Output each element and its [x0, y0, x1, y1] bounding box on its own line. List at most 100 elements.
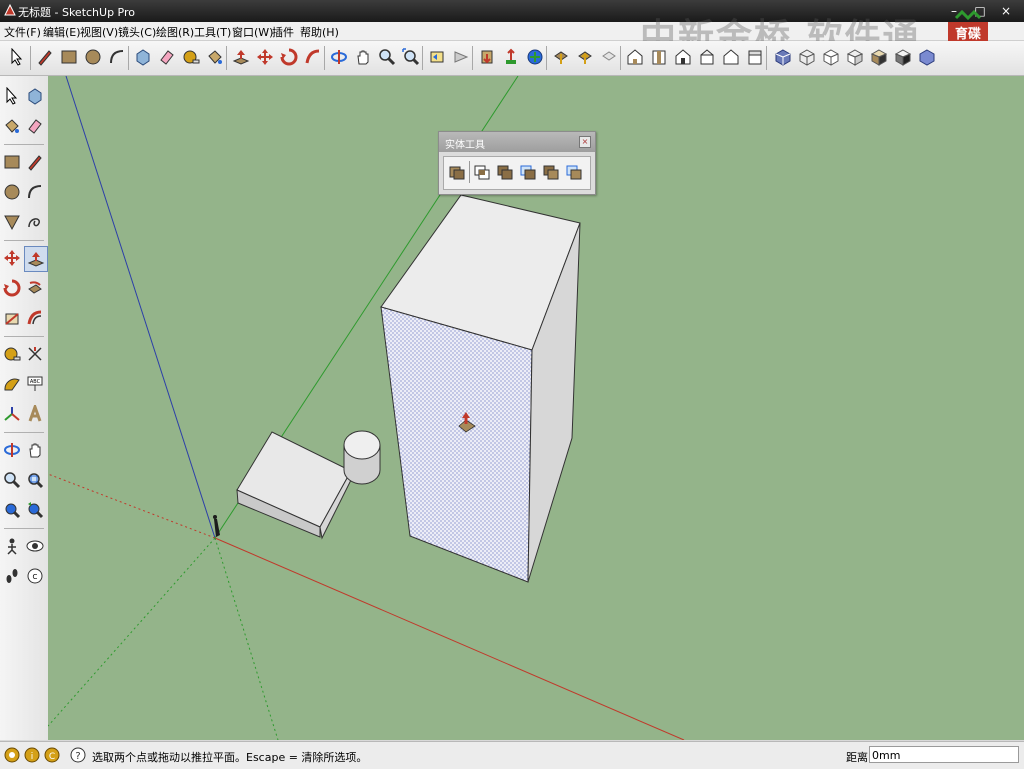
- axes-icon[interactable]: [1, 402, 23, 426]
- text-icon[interactable]: ABC: [24, 372, 46, 396]
- push-pull-icon[interactable]: [230, 45, 252, 69]
- slab-box[interactable]: [236, 431, 352, 540]
- top-view-icon[interactable]: [648, 45, 670, 69]
- zoom-window-icon[interactable]: [24, 468, 46, 492]
- arc-icon[interactable]: [106, 45, 128, 69]
- make-component-icon[interactable]: [132, 45, 154, 69]
- menu-plugins[interactable]: 插件: [272, 24, 294, 40]
- eraser-icon[interactable]: [24, 114, 46, 138]
- xray-style-icon[interactable]: [772, 45, 794, 69]
- monochrome-style-icon[interactable]: [892, 45, 914, 69]
- menu-draw[interactable]: 绘图(R): [156, 24, 194, 40]
- front-view-icon[interactable]: [672, 45, 694, 69]
- red-axis-negative: [48, 473, 216, 539]
- back-view-icon[interactable]: [720, 45, 742, 69]
- push-pull-icon[interactable]: [24, 246, 48, 272]
- scale-icon[interactable]: [1, 306, 23, 330]
- offset-icon[interactable]: [24, 306, 46, 330]
- move-icon[interactable]: [1, 246, 23, 270]
- section-plane-icon[interactable]: C: [24, 564, 46, 588]
- menu-window[interactable]: 窗口(W): [232, 24, 273, 40]
- credits-icon[interactable]: i: [24, 747, 40, 763]
- zoom-extents-icon[interactable]: [400, 45, 422, 69]
- circle-icon[interactable]: [1, 180, 23, 204]
- eraser-icon[interactable]: [156, 45, 178, 69]
- menu-edit[interactable]: 编辑(E): [43, 24, 81, 40]
- line-icon[interactable]: [24, 150, 46, 174]
- circle-icon[interactable]: [82, 45, 104, 69]
- protractor-icon[interactable]: [1, 372, 23, 396]
- get-photo-texture-icon[interactable]: [574, 45, 596, 69]
- make-component-icon[interactable]: [24, 84, 46, 108]
- rotate-icon[interactable]: [1, 276, 23, 300]
- wireframe-style-icon[interactable]: [796, 45, 818, 69]
- shaded-style-icon[interactable]: [844, 45, 866, 69]
- cylinder[interactable]: [343, 430, 381, 485]
- geo-location-icon[interactable]: [4, 747, 20, 763]
- help-icon[interactable]: ?: [70, 747, 86, 763]
- rotate-icon[interactable]: [278, 45, 300, 69]
- rectangle-icon[interactable]: [58, 45, 80, 69]
- intersect-icon[interactable]: [472, 161, 492, 183]
- previous-view-icon[interactable]: [426, 45, 448, 69]
- previous-icon[interactable]: [24, 498, 46, 522]
- left-view-icon[interactable]: [744, 45, 766, 69]
- zoom-extents-icon[interactable]: [1, 498, 23, 522]
- next-view-icon[interactable]: [450, 45, 472, 69]
- hidden-line-style-icon[interactable]: [820, 45, 842, 69]
- pencil-icon[interactable]: [34, 45, 56, 69]
- look-around-icon[interactable]: [24, 534, 46, 558]
- follow-me-icon[interactable]: [302, 45, 324, 69]
- move-icon[interactable]: [254, 45, 276, 69]
- follow-me-icon[interactable]: [24, 276, 46, 300]
- menu-camera[interactable]: 镜头(C): [118, 24, 156, 40]
- zoom-icon[interactable]: [1, 468, 23, 492]
- polygon-icon[interactable]: [1, 210, 23, 234]
- outer-shell-icon[interactable]: [447, 161, 467, 183]
- copyright-icon[interactable]: C: [44, 747, 60, 763]
- zoom-icon[interactable]: [376, 45, 398, 69]
- freehand-icon[interactable]: [24, 210, 46, 234]
- solid-tools-palette: 实体工具 ×: [438, 131, 596, 195]
- menu-view[interactable]: 视图(V): [80, 24, 118, 40]
- share-model-icon[interactable]: [500, 45, 522, 69]
- select-icon[interactable]: [6, 45, 28, 69]
- orbit-icon[interactable]: [1, 438, 23, 462]
- split-icon[interactable]: [564, 161, 584, 183]
- dimension-icon[interactable]: [24, 342, 46, 366]
- menu-tools[interactable]: 工具(T): [194, 24, 231, 40]
- svg-text:C: C: [33, 573, 38, 581]
- rectangle-icon[interactable]: [1, 150, 23, 174]
- place-model-icon[interactable]: [524, 45, 546, 69]
- subtract-icon[interactable]: [518, 161, 538, 183]
- tall-box[interactable]: [380, 194, 581, 583]
- arc-icon[interactable]: [24, 180, 46, 204]
- palette-title-bar[interactable]: 实体工具 ×: [439, 132, 595, 152]
- measurements-input[interactable]: 0mm: [869, 746, 1019, 763]
- position-camera-icon[interactable]: [1, 534, 23, 558]
- select-icon[interactable]: [1, 84, 23, 108]
- walk-icon[interactable]: [1, 564, 23, 588]
- tape-measure-icon[interactable]: [180, 45, 202, 69]
- palette-title: 实体工具: [445, 140, 485, 151]
- menu-file[interactable]: 文件(F): [4, 24, 41, 40]
- paint-bucket-icon[interactable]: [1, 114, 23, 138]
- pan-icon[interactable]: [24, 438, 46, 462]
- pan-icon[interactable]: [352, 45, 374, 69]
- trim-icon[interactable]: [541, 161, 561, 183]
- xray-alt-style-icon[interactable]: [916, 45, 938, 69]
- get-models-icon[interactable]: [476, 45, 498, 69]
- 3d-text-icon[interactable]: [24, 402, 46, 426]
- preview-icon[interactable]: [598, 45, 620, 69]
- share-component-icon[interactable]: [550, 45, 572, 69]
- right-view-icon[interactable]: [696, 45, 718, 69]
- menu-help[interactable]: 帮助(H): [300, 24, 339, 40]
- close-button[interactable]: ×: [996, 3, 1016, 19]
- iso-view-icon[interactable]: [624, 45, 646, 69]
- palette-close-button[interactable]: ×: [579, 136, 591, 148]
- paint-bucket-icon[interactable]: [204, 45, 226, 69]
- shaded-textures-style-icon[interactable]: [868, 45, 890, 69]
- union-icon[interactable]: [495, 161, 515, 183]
- tape-measure-icon[interactable]: [1, 342, 23, 366]
- orbit-icon[interactable]: [328, 45, 350, 69]
